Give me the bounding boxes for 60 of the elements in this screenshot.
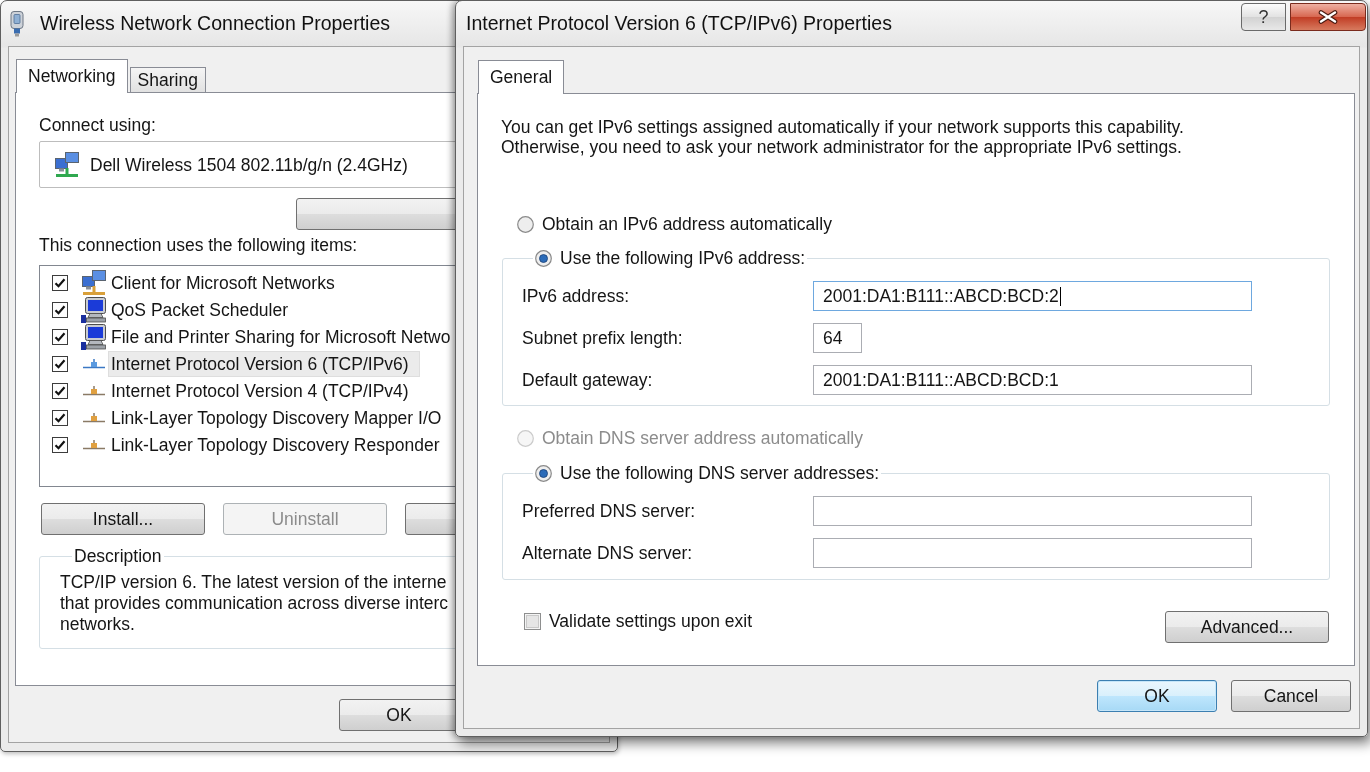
network-connector-icon: [83, 412, 105, 423]
advanced-button[interactable]: Advanced...: [1165, 611, 1329, 643]
items-label: This connection uses the following items:: [39, 235, 358, 255]
checkbox[interactable]: [52, 301, 68, 318]
list-item[interactable]: File and Printer Sharing for Microsoft Netwo: [108, 323, 453, 350]
computer-icon: [81, 296, 107, 323]
list-item[interactable]: QoS Packet Scheduler: [108, 296, 291, 323]
description-text: TCP/IP version 6. The latest version of the interne that provides communication across diverse interc networks.: [60, 572, 449, 635]
checkbox[interactable]: [52, 436, 68, 453]
checkbox[interactable]: [524, 612, 541, 630]
intro-text: You can get IPv6 settings assigned automatically if your network supports this capability. Otherwise, you need to ask your network administrator for the appropriate IPv6 settings.: [501, 117, 1184, 157]
network-connector-icon: [83, 358, 105, 369]
network-computers-icon: [54, 151, 80, 178]
list-item[interactable]: Link-Layer Topology Discovery Mapper I/O: [108, 404, 444, 431]
checkbox[interactable]: [52, 409, 68, 426]
text-cursor-icon: [1059, 286, 1061, 306]
tab[interactable]: General: [478, 60, 565, 94]
computer-icon: [81, 323, 107, 350]
close-button[interactable]: [1290, 3, 1366, 31]
input-field[interactable]: [813, 496, 1252, 526]
adapter-name: Dell Wireless 1504 802.11b/g/n (2.4GHz): [90, 154, 408, 175]
window-title: Internet Protocol Version 6 (TCP/IPv6) Properties: [466, 12, 892, 35]
adapter-icon: [10, 10, 24, 37]
field-label: IPv6 address:: [522, 286, 630, 306]
field-label: Subnet prefix length:: [522, 328, 684, 348]
help-button[interactable]: ?: [1241, 3, 1286, 31]
window-title: Wireless Network Connection Properties: [40, 12, 391, 35]
radio-label[interactable]: Use the following IPv6 address:: [560, 248, 806, 268]
input-field[interactable]: [813, 538, 1252, 568]
radio-label[interactable]: Use the following DNS server addresses:: [560, 463, 880, 483]
checkbox[interactable]: [52, 274, 68, 291]
list-item[interactable]: Internet Protocol Version 4 (TCP/IPv4): [108, 377, 411, 404]
radio-button[interactable]: [517, 215, 534, 233]
checkbox[interactable]: [52, 328, 68, 345]
list-item[interactable]: Client for Microsoft Networks: [108, 269, 337, 296]
close-icon: [1318, 10, 1338, 24]
input-field[interactable]: 64: [813, 323, 862, 353]
checkbox-label[interactable]: Validate settings upon exit: [549, 611, 752, 631]
field-label: Alternate DNS server:: [522, 543, 694, 563]
group-title: Description: [73, 546, 163, 566]
field-label: Preferred DNS server:: [522, 501, 697, 521]
connect-using-label: Connect using:: [39, 115, 156, 135]
tab[interactable]: Sharing: [129, 67, 206, 93]
radio-button[interactable]: [535, 249, 552, 267]
checkbox[interactable]: [52, 382, 68, 399]
network-connector-icon: [83, 439, 105, 450]
network-connector-icon: [83, 385, 105, 396]
tab[interactable]: Networking: [16, 59, 128, 93]
checkbox[interactable]: [52, 355, 68, 372]
input-field[interactable]: 2001:DA1:B111::ABCD:BCD:1: [813, 365, 1252, 395]
list-item[interactable]: Link-Layer Topology Discovery Responder: [108, 431, 442, 458]
field-label: Default gateway:: [522, 370, 654, 390]
network-computers-icon: [81, 269, 107, 296]
ok-button[interactable]: OK: [1097, 680, 1217, 712]
radio-label[interactable]: Obtain an IPv6 address automatically: [542, 214, 832, 234]
list-item[interactable]: Internet Protocol Version 6 (TCP/IPv6): [108, 350, 420, 377]
cancel-button[interactable]: Cancel: [1231, 680, 1351, 712]
input-field[interactable]: 2001:DA1:B111::ABCD:BCD:2: [813, 281, 1252, 311]
radio-button[interactable]: [535, 464, 552, 482]
install-button[interactable]: Install...: [41, 503, 205, 535]
